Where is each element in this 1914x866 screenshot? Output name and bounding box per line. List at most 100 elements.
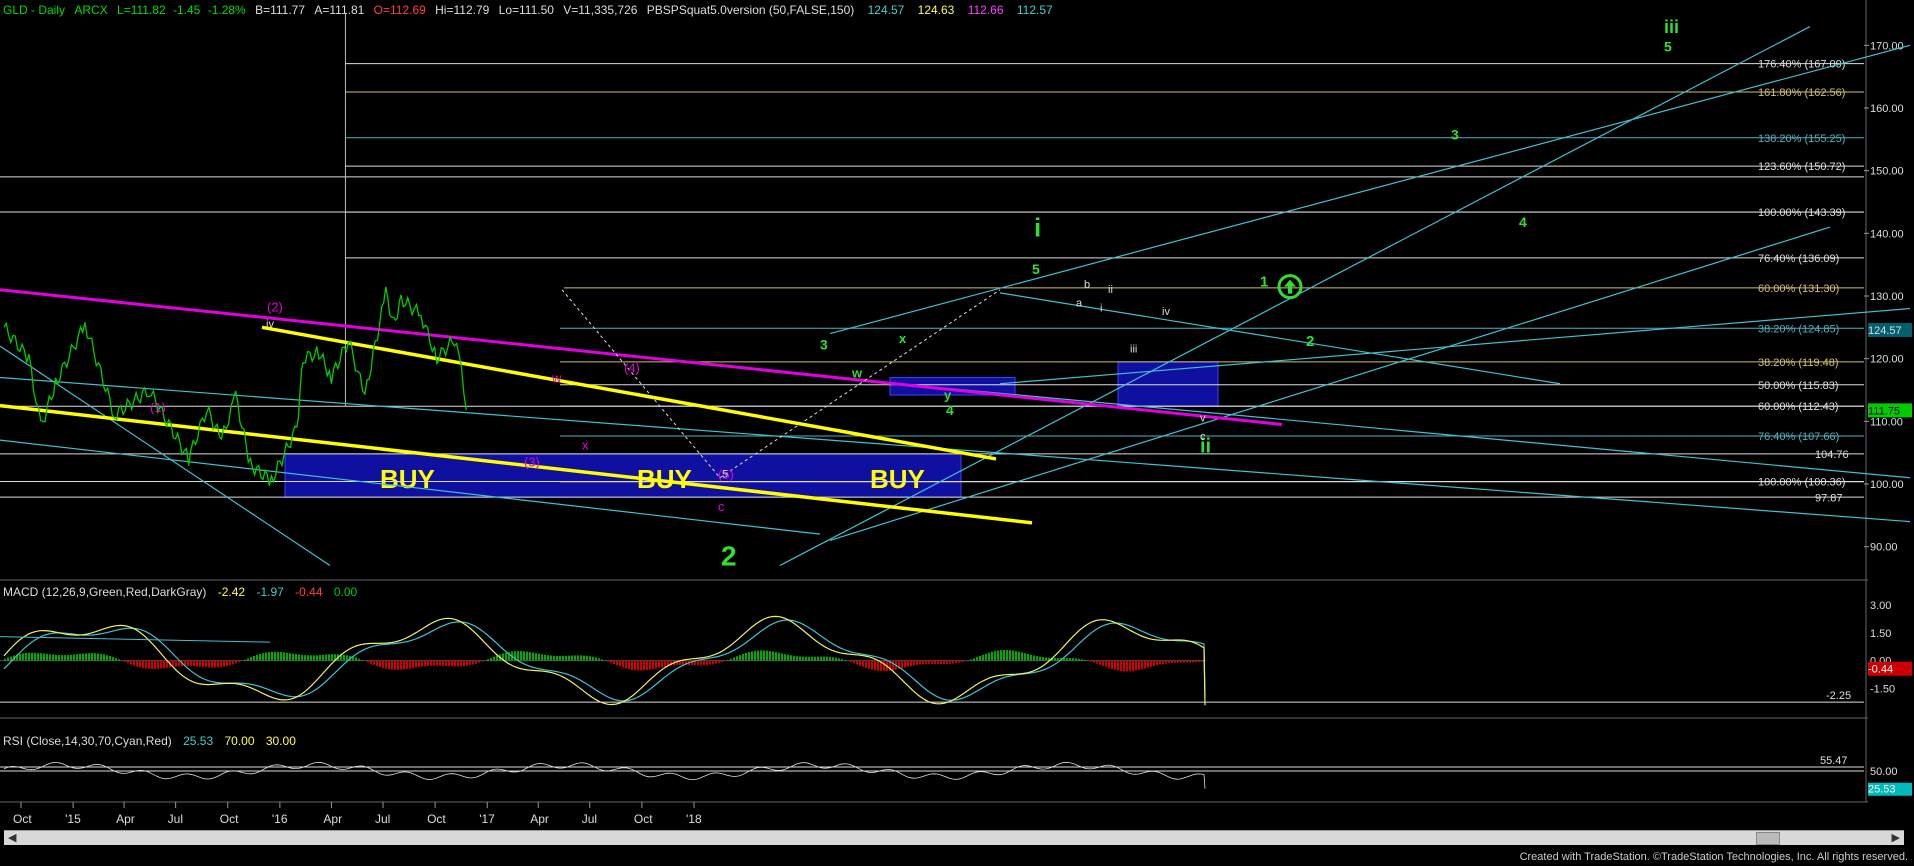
macd-hist-bar xyxy=(292,653,294,661)
macd-hist-bar xyxy=(910,660,912,667)
macd-hist-bar xyxy=(811,656,813,661)
macd-hist-bar xyxy=(85,653,87,661)
macd-hist-bar xyxy=(655,660,657,669)
high-value: Hi=112.79 xyxy=(435,3,490,17)
macd-hist: -0.44 xyxy=(295,585,323,599)
macd-hist-bar xyxy=(559,655,561,661)
macd-hist-bar xyxy=(79,653,81,661)
macd-hist-bar xyxy=(1096,660,1098,664)
macd-hist-bar xyxy=(34,652,36,661)
macd-hist-bar xyxy=(1132,660,1134,672)
scroll-left-icon[interactable]: ◀ xyxy=(8,831,16,844)
fib-level-label: 60.00% (112.43) xyxy=(1758,401,1839,413)
macd-hist-bar xyxy=(505,652,507,661)
macd-hist-bar xyxy=(754,650,756,661)
macd-hist-bar xyxy=(148,660,150,669)
macd-hist-bar xyxy=(91,653,93,661)
macd-hist-bar xyxy=(631,660,633,670)
macd-hist-bar xyxy=(574,655,576,661)
horizontal-scrollbar[interactable]: ◀ ▶ xyxy=(4,830,1904,845)
macd-hist-bar xyxy=(721,660,723,663)
macd-hist-bar xyxy=(892,660,894,671)
macd-hist-bar xyxy=(427,660,429,666)
macd-hist-bar xyxy=(61,655,63,661)
macd-hist-bar xyxy=(220,660,222,668)
macd-hist-bar xyxy=(373,660,375,665)
macd-hist-bar xyxy=(460,660,462,667)
macd-hist-bar xyxy=(1183,660,1185,663)
wave-label-green: 2 xyxy=(1306,333,1314,350)
wave-label-white: 5 xyxy=(722,469,728,481)
macd-hist-bar xyxy=(1141,660,1143,670)
y-tick-label: 170.00 xyxy=(1870,40,1904,52)
macd-hist-bar xyxy=(823,656,825,661)
macd-hist-bar xyxy=(37,652,39,661)
macd-hist-bar xyxy=(715,660,717,664)
macd-hist-bar xyxy=(793,655,795,661)
x-tick-label: '15 xyxy=(65,812,81,826)
macd-hist-bar xyxy=(1111,660,1113,670)
rsi-y-tick-label: 50.00 xyxy=(1870,766,1898,778)
macd-hist-bar xyxy=(622,660,624,668)
macd-hist-bar xyxy=(82,653,84,661)
change-pct: -1.28% xyxy=(207,3,246,17)
fib-level-label: 38.20% (124.85) xyxy=(1758,323,1839,335)
macd-hist-bar xyxy=(772,651,774,661)
macd-hist-bar xyxy=(775,652,777,661)
macd-header: MACD (12,26,9,Green,Red,DarkGray) -2.42 … xyxy=(3,585,357,599)
scroll-right-icon[interactable]: ▶ xyxy=(1892,831,1900,844)
macd-hist-bar xyxy=(1174,660,1176,663)
fib-level-label: 38.20% (119.48) xyxy=(1758,357,1839,369)
macd-hist-bar xyxy=(1021,652,1023,661)
x-tick-label: Jul xyxy=(168,812,183,826)
price-tag-label: 97.87 xyxy=(1815,492,1843,504)
wave-label-magenta: (2) xyxy=(267,300,283,315)
macd-hist-bar xyxy=(49,654,51,661)
x-tick-label: '16 xyxy=(272,812,288,826)
macd-hist-bar xyxy=(472,660,474,665)
macd-hist-bar xyxy=(1075,658,1077,661)
macd-hist-bar xyxy=(1099,660,1101,665)
macd-hist-bar xyxy=(229,660,231,666)
macd-hist-bar xyxy=(598,658,600,661)
price-chart[interactable]: 170.00160.00150.00140.00130.00120.00110.… xyxy=(0,0,1914,830)
macd-hist-bar xyxy=(901,660,903,669)
fib-level-label: 123.60% (150.72) xyxy=(1758,161,1845,173)
macd-hist-bar xyxy=(1177,660,1179,663)
macd-hist-bar xyxy=(1117,660,1119,671)
macd-hist-bar xyxy=(727,659,729,661)
macd-hist-bar xyxy=(1003,649,1005,661)
macd-hist-bar xyxy=(379,660,381,668)
macd-hist-bar xyxy=(1015,651,1017,661)
macd-hist-bar xyxy=(439,660,441,666)
wave-label-white: ii xyxy=(1108,284,1113,296)
macd-hist-bar xyxy=(193,660,195,667)
macd-hist-bar xyxy=(1024,653,1026,661)
macd-hist-bar xyxy=(397,660,399,670)
y-tick-label: 130.00 xyxy=(1870,291,1904,303)
rsi-header: RSI (Close,14,30,70,Cyan,Red) 25.53 70.0… xyxy=(3,734,296,748)
macd-hist-bar xyxy=(706,660,708,666)
macd-hist-bar xyxy=(916,660,918,666)
macd-hist-bar xyxy=(1150,660,1152,667)
macd-hist-bar xyxy=(571,655,573,661)
macd-hist-bar xyxy=(1036,656,1038,661)
macd-hist-bar xyxy=(550,655,552,661)
scroll-thumb[interactable] xyxy=(1756,832,1780,845)
wave-label-green: 1 xyxy=(1260,274,1268,291)
macd-hist-bar xyxy=(22,653,24,661)
macd-hist-bar xyxy=(250,657,252,661)
macd-hist-bar xyxy=(616,660,618,666)
macd-hist-bar xyxy=(700,660,702,666)
macd-hist-bar xyxy=(1135,660,1137,671)
wave-label-white: c xyxy=(1200,431,1206,443)
macd-hist-bar xyxy=(97,653,99,661)
macd-hist-bar xyxy=(157,660,159,669)
macd-hist-bar xyxy=(640,660,642,671)
macd-hist-bar xyxy=(118,659,120,661)
macd-hist-bar xyxy=(766,650,768,661)
symbol-label: GLD - Daily xyxy=(3,3,66,17)
macd-hist-bar xyxy=(73,654,75,661)
macd-hist-bar xyxy=(595,657,597,661)
macd-hist-bar xyxy=(355,657,357,661)
